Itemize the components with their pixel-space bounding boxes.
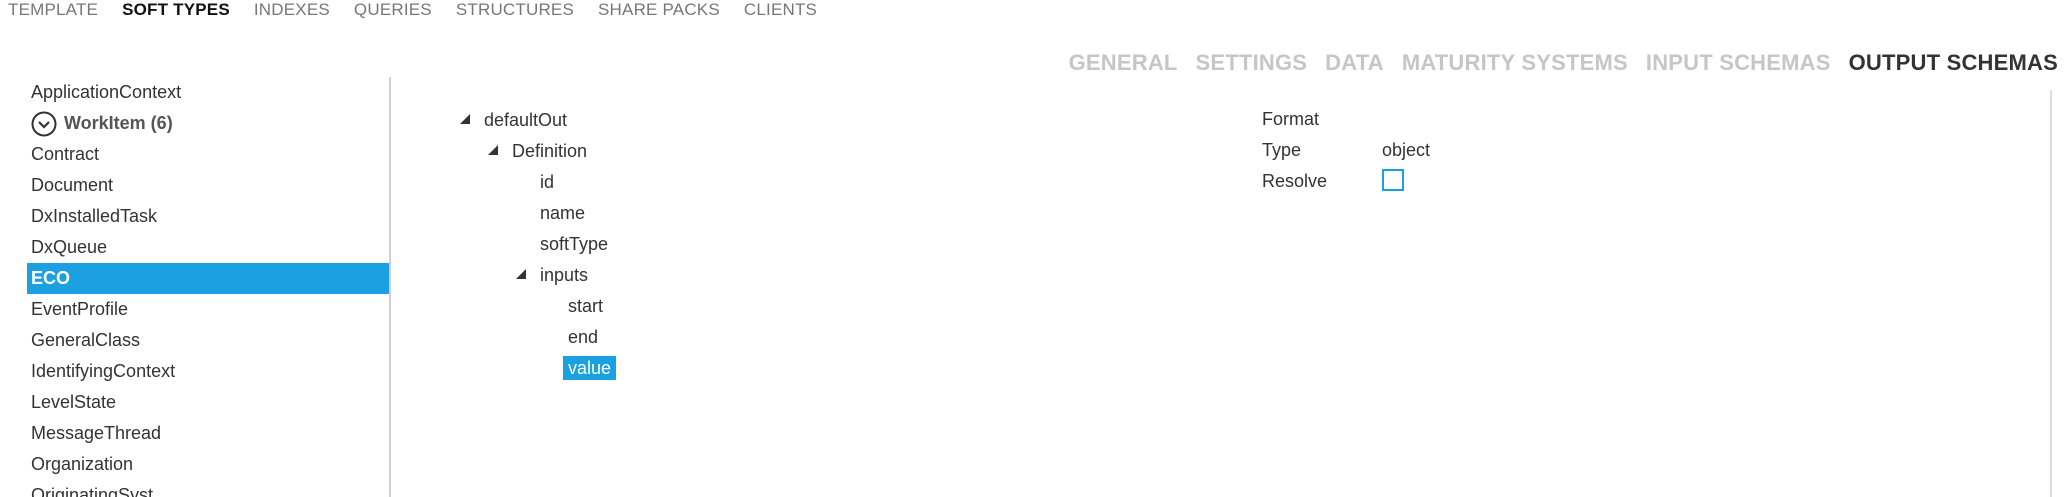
list-group-label: WorkItem (6) <box>64 113 173 133</box>
panel-divider <box>2050 90 2052 497</box>
list-item[interactable]: Document <box>27 170 389 201</box>
tree-node-label: inputs <box>540 265 589 285</box>
tree-node-start[interactable]: start <box>568 292 603 320</box>
list-item[interactable]: Contract <box>27 139 389 170</box>
list-item-label: EventProfile <box>31 299 129 319</box>
tree-node-id[interactable]: id <box>540 168 554 196</box>
format-label: Format <box>1262 109 1320 129</box>
list-item-selected[interactable]: ECO <box>27 263 389 294</box>
nav-soft-types[interactable]: SOFT TYPES <box>122 0 230 20</box>
tree-node-inputs[interactable]: inputs <box>516 261 588 289</box>
tree-node-label: value <box>563 356 617 380</box>
list-item-label: LevelState <box>31 392 117 412</box>
list-group-workitem[interactable]: WorkItem (6) <box>27 108 389 139</box>
type-label: Type <box>1262 140 1302 160</box>
list-item[interactable]: ApplicationContext <box>27 77 389 108</box>
list-item-label: OriginatingSyst... <box>31 485 169 497</box>
list-item-label: ECO <box>31 268 71 288</box>
list-item[interactable]: EventProfile <box>27 294 389 325</box>
tree-node-label: name <box>540 203 586 223</box>
tree-node-end[interactable]: end <box>568 323 598 351</box>
list-item-label: MessageThread <box>31 423 162 443</box>
nav-share-packs[interactable]: SHARE PACKS <box>598 0 720 20</box>
nav-structures[interactable]: STRUCTURES <box>456 0 574 20</box>
list-item[interactable]: GeneralClass <box>27 325 389 356</box>
list-item[interactable]: DxInstalledTask <box>27 201 389 232</box>
list-item[interactable]: Organization <box>27 449 389 480</box>
list-item[interactable]: LevelState <box>27 387 389 418</box>
soft-types-list[interactable]: ApplicationContext WorkItem (6) Contract… <box>27 77 391 497</box>
list-item-label: DxQueue <box>31 237 108 257</box>
tree-node-label: start <box>568 296 604 316</box>
chevron-down-circle-icon[interactable] <box>31 111 57 137</box>
tab-general[interactable]: GENERAL <box>1069 50 1178 76</box>
list-item-label: GeneralClass <box>31 330 141 350</box>
tree-node-label: Definition <box>512 141 588 161</box>
list-item[interactable]: OriginatingSyst... <box>27 480 389 497</box>
resolve-label: Resolve <box>1262 171 1328 191</box>
resolve-checkbox[interactable] <box>1382 169 1404 191</box>
nav-indexes[interactable]: INDEXES <box>254 0 330 20</box>
nav-queries[interactable]: QUERIES <box>354 0 432 20</box>
expanded-triangle-icon[interactable] <box>516 269 526 280</box>
tab-input-schemas[interactable]: INPUT SCHEMAS <box>1646 50 1831 76</box>
nav-clients[interactable]: CLIENTS <box>744 0 817 20</box>
list-item[interactable]: MessageThread <box>27 418 389 449</box>
tree-node-definition[interactable]: Definition <box>488 137 587 165</box>
expanded-triangle-icon[interactable] <box>488 145 498 156</box>
tree-node-value[interactable]: value <box>563 354 617 382</box>
tree-node-label: defaultOut <box>484 110 568 130</box>
list-item-label: Contract <box>31 144 100 164</box>
sub-tabs: GENERAL SETTINGS DATA MATURITY SYSTEMS I… <box>1051 50 2058 76</box>
nav-template[interactable]: TEMPLATE <box>8 0 98 20</box>
list-item-label: Organization <box>31 454 134 474</box>
list-item-label: DxInstalledTask <box>31 206 158 226</box>
tab-data[interactable]: DATA <box>1325 50 1384 76</box>
tab-output-schemas[interactable]: OUTPUT SCHEMAS <box>1849 50 2058 76</box>
top-navigation: TEMPLATE SOFT TYPES INDEXES QUERIES STRU… <box>0 0 833 22</box>
tree-node-label: end <box>568 327 599 347</box>
list-item[interactable]: IdentifyingContext <box>27 356 389 387</box>
tab-settings[interactable]: SETTINGS <box>1196 50 1308 76</box>
type-value[interactable]: object <box>1382 135 1430 165</box>
list-item-label: Document <box>31 175 114 195</box>
expanded-triangle-icon[interactable] <box>460 114 470 125</box>
tree-node-defaultout[interactable]: defaultOut <box>460 106 567 134</box>
tree-node-label: id <box>540 172 555 192</box>
tab-maturity-systems[interactable]: MATURITY SYSTEMS <box>1402 50 1628 76</box>
tree-node-name[interactable]: name <box>540 199 585 227</box>
list-item[interactable]: DxQueue <box>27 232 389 263</box>
tree-node-label: softType <box>540 234 609 254</box>
list-item-label: ApplicationContext <box>31 82 182 102</box>
tree-node-softtype[interactable]: softType <box>540 230 608 258</box>
list-item-label: IdentifyingContext <box>31 361 176 381</box>
